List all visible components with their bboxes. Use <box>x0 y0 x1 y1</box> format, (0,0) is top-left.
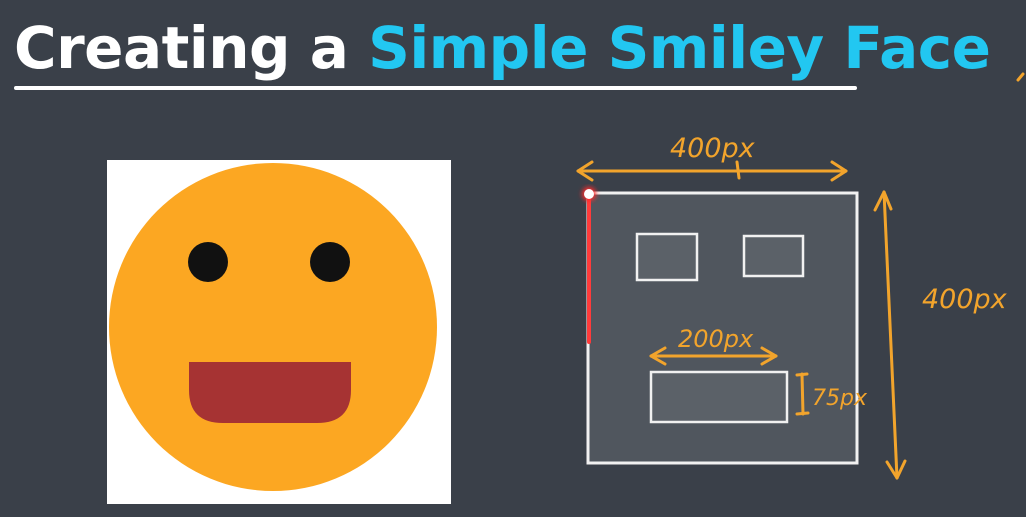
width-label: 400px <box>670 133 756 164</box>
slide: Creating a Simple Smiley Face 400px 400p… <box>0 0 1026 517</box>
pointer-cap <box>584 189 594 199</box>
width-arrow-tick <box>735 160 741 180</box>
wireframe-sketch: 400px 400px 200px 75px <box>576 72 1025 480</box>
mouth-width-label: 200px <box>678 325 754 353</box>
mouth-height-label: 75px <box>812 386 868 411</box>
right-eye-wireframe <box>742 234 805 278</box>
edge-pen-mark <box>1016 72 1025 82</box>
height-arrow <box>882 190 899 480</box>
mouth-wireframe <box>649 370 789 424</box>
height-label: 400px <box>922 284 1008 315</box>
left-eye-wireframe <box>635 232 699 282</box>
